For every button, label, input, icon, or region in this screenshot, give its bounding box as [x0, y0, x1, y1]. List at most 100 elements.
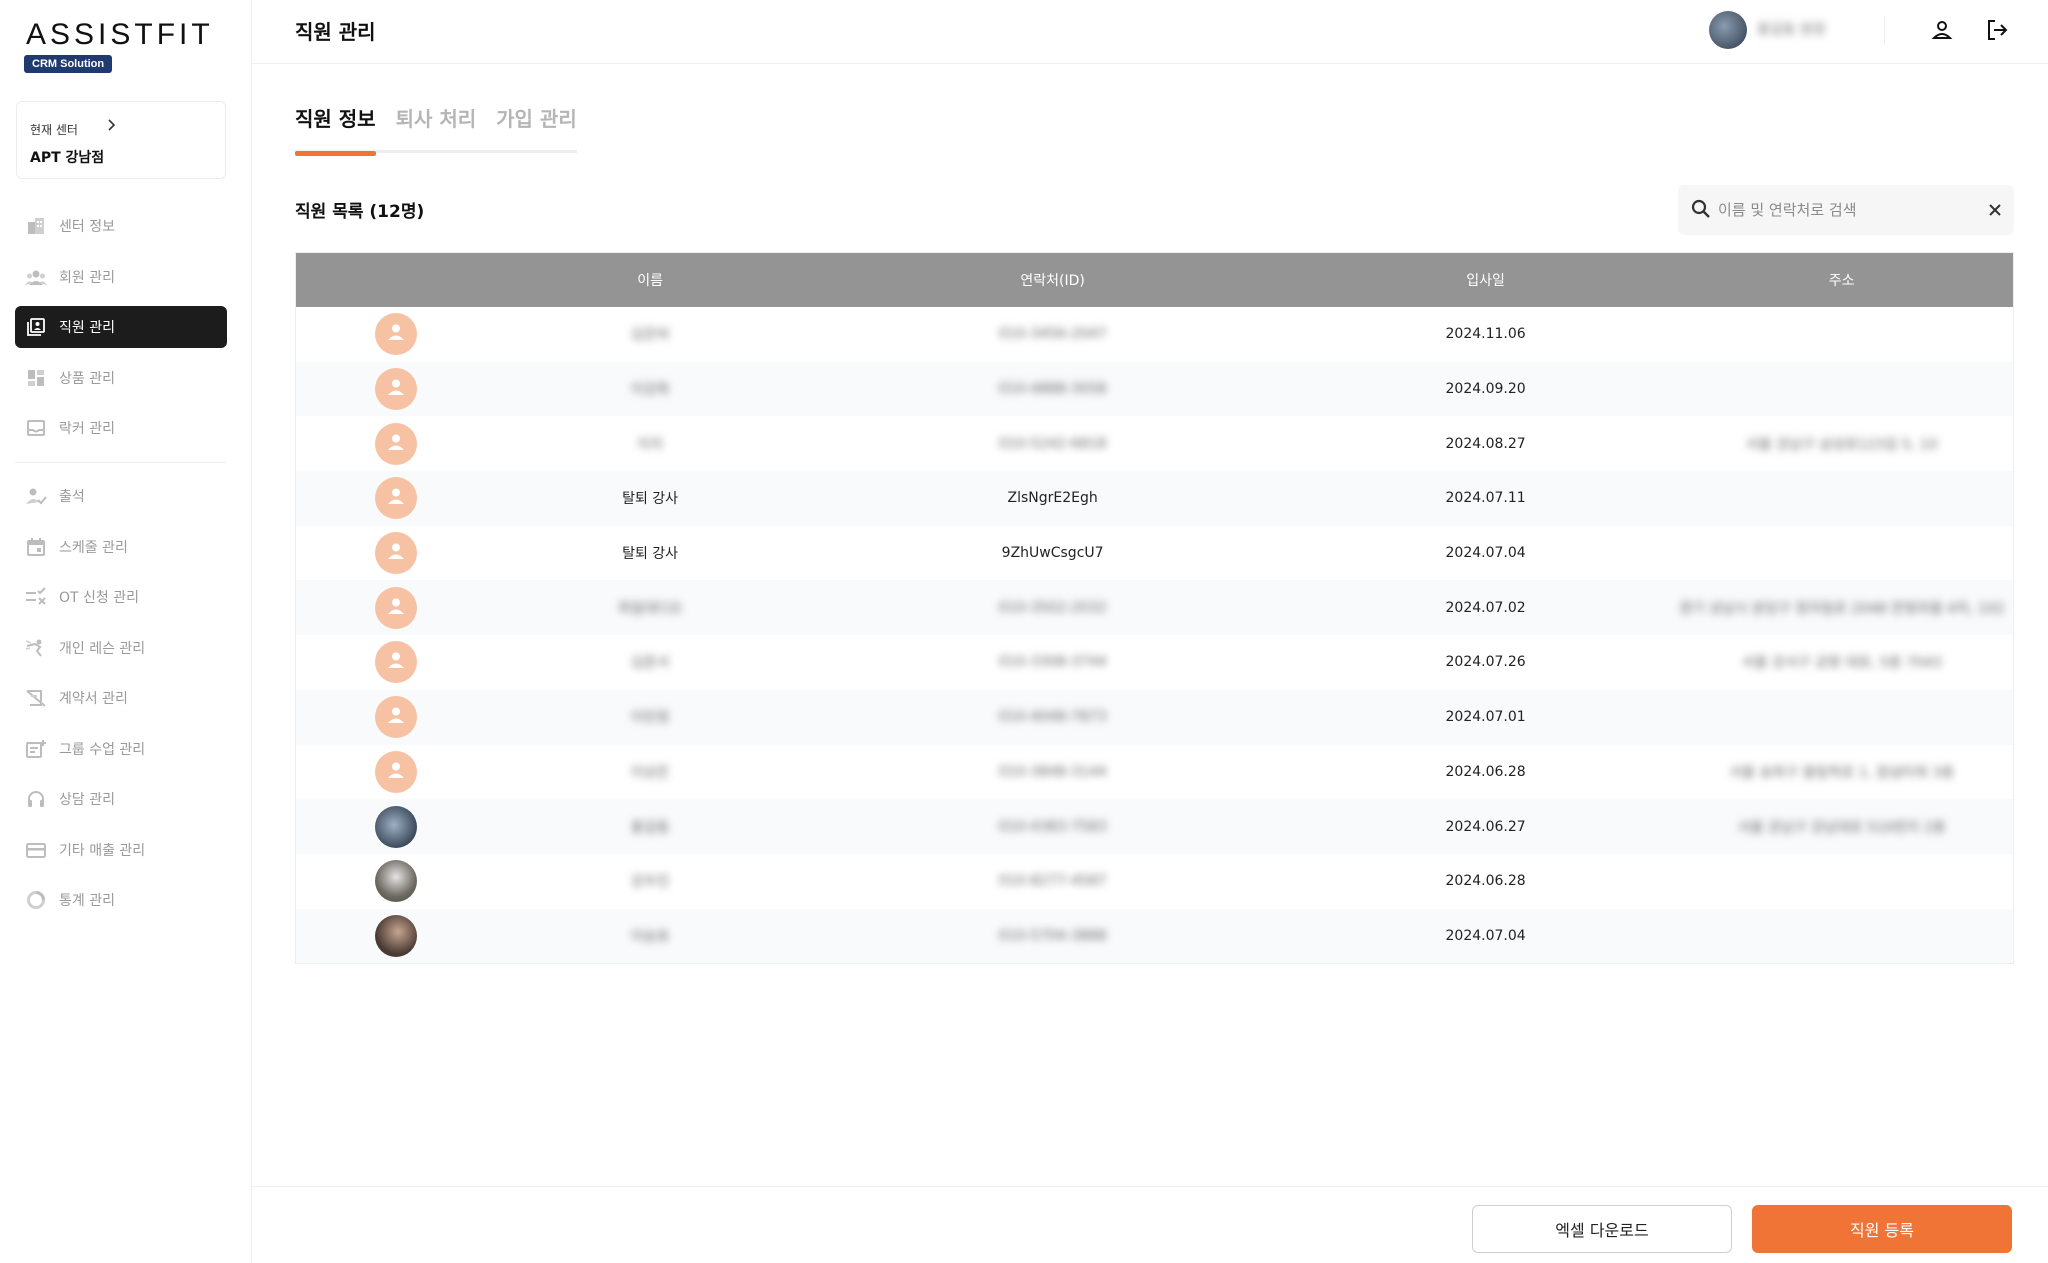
sidebar-item-staff[interactable]: 직원 관리 [15, 306, 227, 348]
sidebar-item-label: 개인 레슨 관리 [59, 641, 146, 657]
table-row[interactable]: 탈퇴 강사 9ZhUwCsgcU7 2024.07.04 [296, 526, 2013, 581]
sidebar-item-label: 기타 매출 관리 [59, 843, 146, 859]
avatar [374, 368, 417, 411]
staff-phone: 010-5704-3888 [998, 927, 1107, 944]
staff-phone: 010-3848-3144 [998, 763, 1107, 780]
sidebar-item-label: 회원 관리 [59, 270, 115, 286]
tab-signup-management[interactable]: 가입 관리 [496, 103, 577, 153]
sidebar-item-ot-requests[interactable]: OT 신청 관리 [15, 576, 227, 618]
staff-name: 이민정 [630, 710, 670, 727]
sidebar-item-center-info[interactable]: 센터 정보 [15, 205, 227, 247]
default-person-icon [385, 485, 407, 511]
table-body: 김은비 010-3456-2047 2024.11.06 이강희 010-4888-30… [296, 307, 2013, 964]
staff-phone: 010-3502-2032 [998, 599, 1107, 616]
avatar-cell [296, 909, 496, 964]
default-person-icon [385, 431, 407, 457]
search-input[interactable] [1718, 195, 1968, 225]
sidebar-item-label: OT 신청 관리 [59, 590, 139, 606]
staff-tabs: 직원 정보 퇴사 처리 가입 관리 [295, 103, 577, 156]
staff-name: 탈퇴 강사 [622, 546, 679, 563]
staff-address [1670, 471, 2013, 526]
clear-search-icon[interactable] [1984, 199, 2006, 221]
sidebar-item-products[interactable]: 상품 관리 [15, 357, 227, 399]
staff-address: 서울 강서구 공항 대로, 5층 7043 [1741, 655, 1942, 672]
sidebar-item-statistics[interactable]: 통계 관리 [15, 879, 227, 921]
avatar [374, 860, 417, 903]
sidebar-item-contracts[interactable]: 계약서 관리 [15, 677, 227, 719]
table-row[interactable]: 이상은 010-3848-3144 2024.06.28 서울 송파구 올림픽로 1,… [296, 745, 2013, 800]
table-row[interactable]: 이승호 010-5704-3888 2024.07.04 [296, 908, 2013, 964]
calendar-icon [25, 536, 47, 558]
sidebar-item-other-sales[interactable]: 기타 매출 관리 [15, 829, 227, 871]
table-row[interactable]: 홍길동 010-4383-7583 2024.06.27 서울 강남구 강남대로 51… [296, 799, 2013, 854]
table-row[interactable]: 이민정 010-4048-7873 2024.07.01 [296, 689, 2013, 745]
table-row[interactable]: 탈퇴 강사 ZlsNgrE2Egh 2024.07.11 [296, 471, 2013, 526]
footer-actions: 엑셀 다운로드 직원 등록 [252, 1186, 2048, 1263]
staff-address: 서울 강남구 강남대로 510번지 2층 [1737, 819, 1946, 836]
tab-resignation[interactable]: 퇴사 처리 [396, 103, 477, 153]
staff-phone: 010-5242-6818 [998, 435, 1107, 452]
staff-name: 최일대디오 [617, 600, 683, 617]
staff-join-date: 2024.07.11 [1445, 490, 1526, 507]
staff-join-date: 2024.06.27 [1445, 818, 1526, 835]
staff-name: 김준서 [630, 655, 670, 672]
sidebar-item-label: 락커 관리 [59, 421, 115, 437]
sidebar-item-members[interactable]: 회원 관리 [15, 256, 227, 298]
avatar [374, 422, 417, 465]
staff-list-title: 직원 목록 (12명) [295, 202, 425, 222]
sidebar-item-schedule[interactable]: 스케줄 관리 [15, 526, 227, 568]
sidebar-item-consultations[interactable]: 상담 관리 [15, 778, 227, 820]
staff-name: 이승호 [630, 928, 670, 945]
sidebar-item-group-classes[interactable]: 그룹 수업 관리 [15, 728, 227, 770]
tab-staff-info[interactable]: 직원 정보 [295, 103, 376, 156]
staff-address [1670, 909, 2013, 964]
default-person-icon [385, 376, 407, 402]
sidebar-item-lockers[interactable]: 락커 관리 [15, 407, 227, 449]
sidebar-item-attendance[interactable]: 출석 [15, 475, 227, 517]
table-row[interactable]: 이강희 010-4888-3058 2024.09.20 [296, 361, 2013, 417]
staff-name: 김은비 [630, 327, 670, 344]
table-row[interactable]: 이지 010-5242-6818 2024.08.27 서울 강남구 삼성로123길 … [296, 416, 2013, 471]
staff-join-date: 2024.07.01 [1445, 709, 1526, 726]
staff-name: 이지 [637, 436, 663, 453]
user-name[interactable]: 홍길동 원장 [1757, 19, 1826, 39]
avatar-cell [296, 745, 496, 800]
staff-phone: 9ZhUwCsgcU7 [1001, 545, 1104, 562]
table-row[interactable]: 김준서 010-3308-3744 2024.07.26 서울 강서구 공항 대로, … [296, 635, 2013, 690]
avatar [374, 586, 417, 629]
staff-join-date: 2024.07.02 [1445, 599, 1526, 616]
logout-icon[interactable] [1983, 16, 2011, 44]
group-class-icon [25, 738, 47, 760]
avatar [374, 641, 417, 684]
profile-icon[interactable] [1928, 16, 1956, 44]
staff-name: 홍길동 [630, 819, 670, 836]
ot-icon [25, 586, 47, 608]
staff-address [1670, 526, 2013, 581]
staff-address [1670, 362, 2013, 417]
staff-address [1670, 854, 2013, 909]
table-row[interactable]: 최일대디오 010-3502-2032 2024.07.02 경기 성남시 분당구 정… [296, 580, 2013, 636]
staff-join-date: 2024.09.20 [1445, 381, 1526, 398]
current-center-label: 현재 센터 [30, 123, 78, 137]
table-row[interactable]: 김은비 010-3456-2047 2024.11.06 [296, 307, 2013, 362]
search-box [1678, 185, 2014, 235]
staff-name: 강우진 [630, 874, 670, 891]
staff-phone: 010-4048-7873 [998, 709, 1107, 726]
current-center-name: APT 강남점 [30, 150, 105, 166]
excel-download-button[interactable]: 엑셀 다운로드 [1472, 1205, 1732, 1253]
sidebar-item-personal-lessons[interactable]: 개인 레슨 관리 [15, 627, 227, 669]
avatar [374, 477, 417, 520]
register-staff-button[interactable]: 직원 등록 [1752, 1205, 2012, 1253]
sidebar-item-label: 출석 [59, 489, 85, 505]
staff-phone: 010-4383-7583 [998, 818, 1107, 835]
staff-phone: 010-3456-2047 [998, 326, 1107, 343]
table-row[interactable]: 강우진 010-8277-4587 2024.06.28 [296, 854, 2013, 909]
search-icon [1690, 198, 1714, 222]
avatar-cell [296, 416, 496, 471]
user-avatar[interactable] [1709, 11, 1747, 49]
current-center-selector[interactable]: 현재 센터 APT 강남점 [16, 101, 226, 179]
staff-phone: 010-3308-3744 [998, 654, 1107, 671]
staff-address: 경기 성남시 분당구 정자일로 2048 한빛마을 4차, 102 [1678, 600, 2005, 617]
avatar [374, 532, 417, 575]
brand-logo[interactable]: ASSISTFIT [26, 18, 214, 52]
